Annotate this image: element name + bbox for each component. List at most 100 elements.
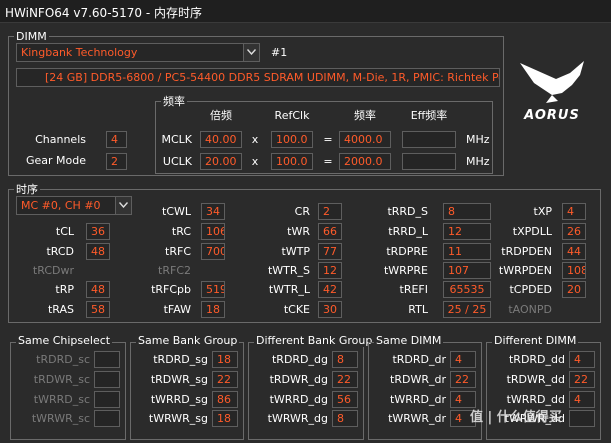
- timing-value-twrrd_dr: 4: [450, 391, 476, 408]
- timing-label-twr: tWR: [287, 225, 310, 238]
- channel-select-value: MC #0, CH #0: [21, 199, 101, 212]
- channel-select[interactable]: MC #0, CH #0: [16, 196, 132, 215]
- title-bar: HWiNFO64 v7.60-5170 - 内存时序: [0, 0, 611, 23]
- timing-label-trdwr_dr: tRDWR_dr: [390, 373, 446, 386]
- timing-label-trefi: tREFI: [399, 283, 428, 296]
- timing-label-trdwr_dg: tRDWR_dg: [269, 373, 328, 386]
- timing-value-twr: 66: [318, 223, 342, 240]
- window-title: HWiNFO64 v7.60-5170 - 内存时序: [5, 6, 203, 20]
- timing-label-trdwr_sc: tRDWR_sc: [33, 373, 90, 386]
- timing-label-trfc: tRFC: [165, 245, 191, 258]
- timing-value-trfc: 700: [201, 243, 225, 260]
- timing-value-trfcpb: 519: [201, 281, 225, 298]
- timing-label-twrrd_sg: tWRRD_sg: [150, 393, 208, 406]
- timing-value-trdwr_dr: 22: [450, 371, 476, 388]
- timing-value-trdwr_dd: 22: [569, 371, 595, 388]
- gear-mode-label: Gear Mode: [25, 154, 86, 167]
- freq-multiplier-value: 20.00: [200, 153, 242, 170]
- freq-row-label: UCLK: [162, 155, 192, 168]
- timing-label-trfc2: tRFC2: [158, 264, 191, 277]
- timing-value-trcd: 48: [86, 243, 110, 260]
- dimm-group-label: DIMM: [14, 30, 49, 43]
- timing-label-twrrd_dg: tWRRD_dg: [269, 393, 328, 406]
- timing-value-txpdll: 26: [562, 223, 586, 240]
- timing-label-trdrd_sc: tRDRD_sc: [36, 353, 90, 366]
- freq-col-eff: Eff频率: [410, 109, 448, 122]
- channels-label: Channels: [35, 133, 86, 146]
- timing-value-trdrd_dr: 4: [450, 351, 476, 368]
- timing-value-trdrd_dg: 8: [332, 351, 358, 368]
- timing-label-trrd_l: tRRD_L: [388, 225, 428, 238]
- freq-col-refclk: RefClk: [274, 109, 310, 122]
- timing-value-twrrd_sc: [94, 391, 120, 408]
- timing-label-trdwr_sg: tRDWR_sg: [150, 373, 208, 386]
- timing-label-trfcpb: tRFCpb: [151, 283, 191, 296]
- timing-value-twrwr_sg: 18: [212, 410, 238, 427]
- aorus-logo: AORUS: [512, 53, 592, 123]
- timing-value-trdrd_sg: 18: [212, 351, 238, 368]
- timing-value-txp: 4: [562, 203, 586, 220]
- freq-unit: MHz: [466, 133, 490, 146]
- timing-label-twrpden: tWRPDEN: [498, 264, 552, 277]
- timing-label-trdrd_dr: tRDRD_dr: [392, 353, 446, 366]
- dimm-description: [24 GB] DDR5-6800 / PC5-54400 DDR5 SDRAM…: [16, 68, 500, 87]
- freq-multiplier-value: 40.00: [200, 131, 242, 148]
- timing-value-twtr_l: 42: [318, 281, 342, 298]
- timing-value-trdwr_sg: 22: [212, 371, 238, 388]
- timing-label-trdrd_dg: tRDRD_dg: [271, 353, 328, 366]
- timing-value-trdrd_dd: 4: [569, 351, 595, 368]
- timing-value-twtp: 77: [318, 243, 342, 260]
- timing-value-twrrd_sg: 86: [212, 391, 238, 408]
- chevron-down-icon[interactable]: [243, 44, 259, 61]
- timing-label-tfaw: tFAW: [163, 303, 191, 316]
- timing-label-cr: CR: [294, 205, 310, 218]
- timing-value-twrwr_dd: [569, 410, 595, 427]
- timing-label-trdwr_dd: tRDWR_dd: [506, 373, 565, 386]
- aorus-logo-text: AORUS: [523, 108, 580, 123]
- timing-label-tras: tRAS: [47, 303, 74, 316]
- timing-value-trc: 106: [201, 223, 225, 240]
- timing-value-cr: 2: [318, 203, 342, 220]
- aorus-eagle-icon: AORUS: [520, 61, 584, 123]
- freq-col-mult: 倍频: [210, 109, 232, 122]
- timing-value-twrwr_dg: 8: [332, 410, 358, 427]
- timing-label-trdrd_dd: tRDRD_dd: [508, 353, 565, 366]
- timing-label-txpdll: tXPDLL: [512, 225, 552, 238]
- timing-value-tcke: 30: [318, 301, 342, 318]
- timing-label-trc: tRC: [171, 225, 191, 238]
- timing-label-trdpden: tRDPDEN: [501, 245, 552, 258]
- timing-label-tcl: tCL: [55, 225, 74, 238]
- timing-label-twtp: tWTP: [281, 245, 310, 258]
- timing-label-trp: tRP: [55, 283, 74, 296]
- timing-label-twrwr_sc: tWRWR_sc: [31, 412, 90, 425]
- freq-value: 4000.0: [339, 131, 391, 148]
- timing-label-tcpded: tCPDED: [509, 283, 552, 296]
- freq-row-label: MCLK: [161, 133, 192, 146]
- group-title-different-bank-group: Different Bank Group: [254, 334, 375, 347]
- freq-value: 2000.0: [339, 153, 391, 170]
- freq-group-label: 频率: [161, 95, 187, 108]
- timing-value-tras: 58: [86, 301, 110, 318]
- group-title-different-dimm: Different DIMM: [492, 334, 579, 347]
- timing-value-trdwr_sc: [94, 371, 120, 388]
- timing-value-twtr_s: 12: [318, 262, 342, 279]
- timing-value-twrpden: 108: [562, 262, 586, 279]
- timing-label-twrpre: tWRPRE: [383, 264, 428, 277]
- freq-op-multiply: x: [251, 155, 259, 168]
- watermark: 值 | 什么值得买: [470, 410, 562, 425]
- timing-label-trdrd_sg: tRDRD_sg: [153, 353, 208, 366]
- freq-eff-value: [402, 131, 456, 148]
- timing-value-twrrd_dg: 56: [332, 391, 358, 408]
- timing-value-twrwr_sc: [94, 410, 120, 427]
- timing-group-label: 时序: [14, 183, 40, 196]
- timing-label-twtr_s: tWTR_S: [267, 264, 310, 277]
- timing-label-taonpd: tAONPD: [508, 303, 552, 316]
- timing-label-twrwr_dr: tWRWR_dr: [388, 412, 446, 425]
- timing-label-rtl: RTL: [408, 303, 428, 316]
- timing-label-twrrd_dd: tWRRD_dd: [506, 393, 565, 406]
- freq-eff-value: [402, 153, 456, 170]
- group-title-same-bank-group: Same Bank Group: [136, 334, 240, 347]
- dimm-slot-label: #1: [271, 46, 288, 59]
- module-select[interactable]: Kingbank Technology: [16, 43, 260, 62]
- freq-refclk-value: 100.0: [271, 153, 313, 170]
